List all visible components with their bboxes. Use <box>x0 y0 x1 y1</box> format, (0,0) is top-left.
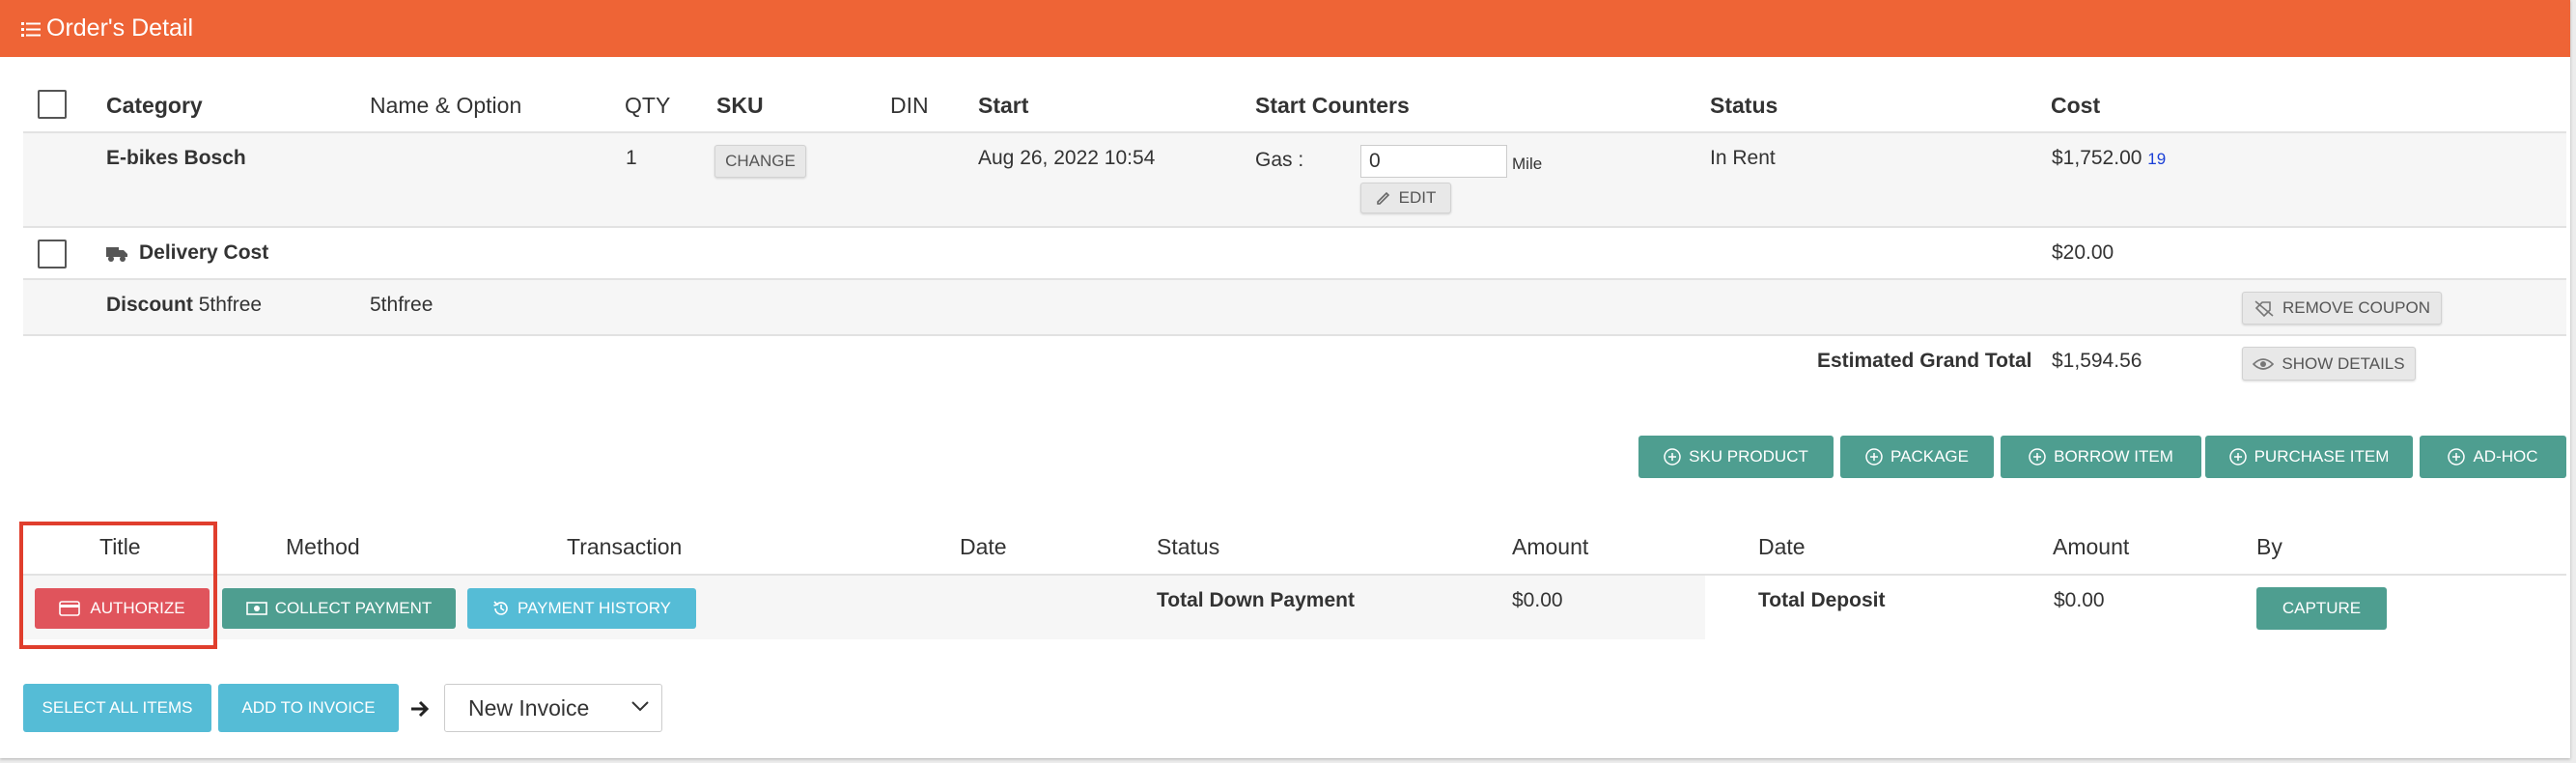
gas-counter-input[interactable] <box>1360 145 1507 178</box>
invoice-select[interactable]: New Invoice <box>444 684 662 732</box>
add-ad-hoc-label: AD-HOC <box>2473 447 2538 466</box>
select-all-checkbox[interactable] <box>38 90 67 119</box>
discount-code: 5thfree <box>198 294 263 316</box>
pay-col-date: Date <box>960 534 1007 559</box>
select-all-items-button[interactable]: SELECT ALL ITEMS <box>23 684 211 732</box>
add-borrow-item-label: BORROW ITEM <box>2054 447 2173 466</box>
add-borrow-item-button[interactable]: BORROW ITEM <box>2001 436 2201 478</box>
add-sku-product-label: SKU PRODUCT <box>1689 447 1808 466</box>
divider <box>1705 574 2566 576</box>
history-icon <box>492 600 510 617</box>
cost-link[interactable]: 19 <box>2147 150 2166 168</box>
coupon-off-icon <box>2254 299 2275 317</box>
list-icon <box>21 20 41 38</box>
col-start: Start <box>978 93 1029 118</box>
discount-cell: Discount 5thfree <box>106 294 262 317</box>
remove-coupon-label: REMOVE COUPON <box>2282 298 2431 317</box>
plus-circle-icon <box>1664 448 1681 466</box>
pay-col-amount: Amount <box>1512 534 1589 559</box>
grand-total-label: Estimated Grand Total <box>1817 350 2032 372</box>
dep-col-by: By <box>2256 534 2282 559</box>
counter-label: Gas : <box>1255 149 1304 171</box>
total-deposit-value: $0.00 <box>2054 589 2105 611</box>
show-details-label: SHOW DETAILS <box>2282 353 2405 373</box>
plus-circle-icon <box>2029 448 2046 466</box>
payment-history-label: PAYMENT HISTORY <box>517 599 672 617</box>
col-name-option: Name & Option <box>370 93 522 118</box>
col-category: Category <box>106 93 203 118</box>
pay-col-status: Status <box>1157 534 1220 559</box>
change-sku-button[interactable]: CHANGE <box>714 145 806 178</box>
col-qty: QTY <box>625 93 671 118</box>
collect-payment-label: COLLECT PAYMENT <box>274 599 433 617</box>
delivery-label: Delivery Cost <box>139 241 269 264</box>
panel-header: Order's Detail <box>0 0 2570 57</box>
add-package-label: PACKAGE <box>1890 447 1969 466</box>
collect-payment-button[interactable]: COLLECT PAYMENT <box>222 588 456 629</box>
invoice-select-value: New Invoice <box>468 694 590 721</box>
col-sku: SKU <box>716 93 764 118</box>
item-start: Aug 26, 2022 10:54 <box>978 147 1156 169</box>
add-to-invoice-button[interactable]: ADD TO INVOICE <box>218 684 399 732</box>
delivery-checkbox[interactable] <box>38 240 67 268</box>
plus-circle-icon <box>2228 448 2247 466</box>
divider <box>23 226 2566 228</box>
dep-col-date: Date <box>1758 534 1806 559</box>
authorize-highlight-box <box>19 522 217 649</box>
total-down-payment-value: $0.00 <box>1512 589 1563 611</box>
arrow-right-icon <box>409 699 431 719</box>
counter-unit: Mile <box>1512 155 1543 173</box>
col-din: DIN <box>890 93 929 118</box>
change-sku-label: CHANGE <box>725 152 796 170</box>
capture-button[interactable]: CAPTURE <box>2256 587 2387 630</box>
add-package-button[interactable]: PACKAGE <box>1840 436 1994 478</box>
item-status: In Rent <box>1710 147 1776 169</box>
item-cost-value: $1,752.00 <box>2052 147 2142 169</box>
col-start-counters: Start Counters <box>1255 93 1410 118</box>
item-row-band <box>23 133 2566 226</box>
edit-counter-button[interactable]: EDIT <box>1360 183 1451 213</box>
item-cost: $1,752.00 19 <box>2052 147 2166 170</box>
eye-icon <box>2253 357 2275 371</box>
total-down-payment-label: Total Down Payment <box>1157 589 1355 611</box>
item-category: E-bikes Bosch <box>106 147 246 169</box>
item-qty: 1 <box>626 147 637 169</box>
money-icon <box>245 602 267 615</box>
page-title: Order's Detail <box>46 14 194 42</box>
show-details-button[interactable]: SHOW DETAILS <box>2242 347 2416 381</box>
dep-col-amount: Amount <box>2053 534 2130 559</box>
chevron-down-icon <box>630 699 650 713</box>
add-ad-hoc-button[interactable]: AD-HOC <box>2420 436 2566 478</box>
select-all-items-label: SELECT ALL ITEMS <box>42 698 193 717</box>
truck-icon <box>106 245 127 263</box>
col-cost: Cost <box>2051 93 2101 118</box>
add-purchase-item-button[interactable]: PURCHASE ITEM <box>2205 436 2413 478</box>
divider <box>23 334 2566 336</box>
delivery-cost: $20.00 <box>2052 241 2114 264</box>
plus-circle-icon <box>2448 448 2466 466</box>
edit-label: EDIT <box>1398 188 1437 207</box>
add-purchase-item-label: PURCHASE ITEM <box>2254 447 2390 466</box>
order-detail-panel: Order's Detail Category Name & Option QT… <box>0 0 2570 758</box>
add-sku-product-button[interactable]: SKU PRODUCT <box>1638 436 1834 478</box>
pay-col-transaction: Transaction <box>567 534 683 559</box>
discount-label: Discount <box>106 294 193 316</box>
col-status: Status <box>1710 93 1778 118</box>
grand-total-value: $1,594.56 <box>2052 350 2142 372</box>
remove-coupon-button[interactable]: REMOVE COUPON <box>2242 292 2442 325</box>
plus-circle-icon <box>1865 448 1883 466</box>
pay-col-method: Method <box>286 534 360 559</box>
payment-history-button[interactable]: PAYMENT HISTORY <box>467 588 696 629</box>
add-to-invoice-label: ADD TO INVOICE <box>241 698 376 717</box>
pencil-icon <box>1376 190 1391 206</box>
discount-name: 5thfree <box>370 294 434 316</box>
capture-label: CAPTURE <box>2282 599 2362 617</box>
total-deposit-label: Total Deposit <box>1758 589 1886 611</box>
